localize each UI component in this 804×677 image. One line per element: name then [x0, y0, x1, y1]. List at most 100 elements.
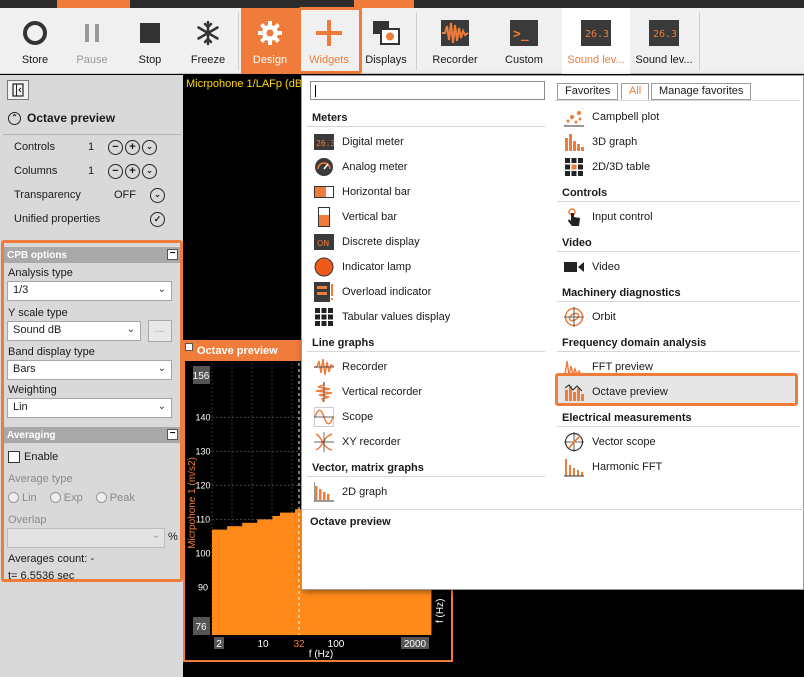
resize-handle[interactable] — [185, 343, 193, 351]
chevron-down-icon[interactable]: ⌄ — [142, 163, 157, 179]
plus-circle-icon[interactable]: + — [125, 139, 140, 155]
widget-video[interactable]: Video — [564, 254, 620, 279]
channel-header: Micrpohone 1/LAFp (dB — [186, 78, 303, 90]
xy-recorder-icon — [314, 431, 334, 452]
widget-recorder[interactable]: Recorder — [314, 354, 387, 379]
pause-icon — [85, 24, 99, 42]
widget-scope[interactable]: Scope — [314, 404, 373, 429]
octave-bar — [212, 529, 220, 635]
table-grid-icon — [315, 307, 333, 326]
pointer-hand-icon — [568, 207, 580, 226]
horizontal-bar-icon — [314, 185, 334, 198]
category-line-graphs: Line graphs — [312, 337, 375, 349]
campbell-plot-icon — [564, 107, 584, 126]
tab-manage-favorites[interactable]: Manage favorites — [651, 83, 752, 100]
category-electrical: Electrical measurements — [562, 412, 692, 424]
minus-circle-icon[interactable]: − — [108, 163, 123, 179]
widget-xy-recorder[interactable]: XY recorder — [314, 429, 401, 454]
widget-octave-preview[interactable]: Octave preview — [564, 379, 668, 404]
widget-tabular-values[interactable]: Tabular values display — [314, 304, 450, 329]
table-grid-icon — [565, 157, 583, 176]
x-tick-label: 2 — [216, 639, 222, 650]
chevron-down-icon[interactable]: ⌄ — [150, 187, 165, 203]
widget-digital-meter[interactable]: 26.3 Digital meter — [314, 129, 404, 154]
digital-meter-icon: 26.3 — [649, 20, 679, 46]
tab-favorites[interactable]: Favorites — [557, 83, 619, 100]
widget-2d-graph[interactable]: 2D graph — [314, 479, 387, 504]
y-tick-label: 90 — [198, 582, 208, 592]
widget-vertical-recorder[interactable]: Vertical recorder — [314, 379, 422, 404]
y-tick-label: 130 — [195, 446, 210, 456]
store-button[interactable]: Store — [10, 8, 60, 74]
category-frequency-domain: Frequency domain analysis — [562, 337, 707, 349]
widget-input-control[interactable]: Input control — [564, 204, 653, 229]
digital-meter-icon: 26.3 — [581, 20, 611, 46]
widget-harmonic-fft[interactable]: Harmonic FFT — [564, 454, 662, 479]
tab-all[interactable]: All — [621, 83, 650, 100]
svg-text:26.3: 26.3 — [653, 29, 677, 40]
3d-graph-icon — [565, 133, 584, 151]
right-axis-label: f (Hz) — [435, 599, 446, 623]
widget-vertical-bar[interactable]: Vertical bar — [314, 204, 397, 229]
widget-2d-3d-table[interactable]: 2D/3D table — [564, 154, 650, 179]
collapse-panel-button[interactable] — [7, 80, 29, 100]
widgets-popup: Favorites All Manage favorites Meters 26… — [301, 75, 804, 590]
check-circle-icon[interactable]: ✓ — [150, 211, 165, 227]
minus-circle-icon[interactable]: − — [108, 139, 123, 155]
widget-horizontal-bar[interactable]: Horizontal bar — [314, 179, 410, 204]
toolbar: Store Pause Stop Freeze Design Widgets D… — [0, 8, 804, 74]
category-vector-matrix: Vector, matrix graphs — [312, 462, 424, 474]
y-tick-label: 100 — [195, 548, 210, 558]
sound-level-button-1[interactable]: 26.3 Sound lev... — [562, 8, 630, 74]
x-axis-label: f (Hz) — [309, 649, 333, 660]
stop-button[interactable]: Stop — [125, 8, 175, 74]
octave-icon — [564, 383, 584, 401]
displays-icon — [373, 21, 400, 45]
widget-search-input[interactable] — [310, 81, 545, 100]
displays-button[interactable]: Displays — [362, 8, 410, 74]
widget-campbell-plot[interactable]: Campbell plot — [564, 104, 659, 129]
widget-discrete-display[interactable]: ON Discrete display — [314, 229, 420, 254]
plus-circle-icon[interactable]: + — [125, 163, 140, 179]
toolbar-separator — [416, 12, 417, 70]
panel-collapse-icon — [12, 83, 24, 97]
2d-graph-icon — [314, 481, 334, 501]
octave-bar — [234, 526, 243, 635]
octave-bar — [279, 512, 288, 635]
widget-3d-graph[interactable]: 3D graph — [564, 129, 637, 154]
recorder-button[interactable]: Recorder — [428, 8, 482, 74]
measure-tab[interactable] — [57, 0, 130, 8]
widget-section-header[interactable]: ⌃ Octave preview — [8, 111, 115, 125]
freeze-button[interactable]: Freeze — [183, 8, 233, 74]
widget-indicator-lamp[interactable]: Indicator lamp — [314, 254, 411, 279]
widget-analog-meter[interactable]: Analog meter — [314, 154, 407, 179]
waveform-icon — [441, 20, 469, 46]
svg-text:>_: >_ — [513, 27, 529, 42]
vector-scope-icon — [564, 431, 584, 452]
stop-icon — [140, 23, 160, 43]
vertical-recorder-icon — [315, 381, 333, 402]
svg-text:ON: ON — [317, 239, 329, 248]
selected-widget-description: Octave preview — [310, 516, 391, 528]
x-tick-label: 2000 — [404, 639, 427, 650]
octave-bar — [219, 529, 228, 635]
terminal-icon: >_ — [510, 20, 538, 46]
active-tab[interactable] — [354, 0, 414, 8]
sound-level-button-2[interactable]: 26.3 Sound lev... — [632, 8, 696, 74]
pause-button[interactable]: Pause — [67, 8, 117, 74]
widget-overload-indicator[interactable]: Overload indicator — [314, 279, 431, 304]
toolbar-separator — [238, 12, 239, 70]
y-tick-label: 140 — [195, 412, 210, 422]
discrete-display-icon: ON — [314, 233, 334, 250]
octave-bar — [249, 522, 258, 635]
widget-vector-scope[interactable]: Vector scope — [564, 429, 656, 454]
custom-button[interactable]: >_ Custom — [499, 8, 549, 74]
category-controls: Controls — [562, 187, 608, 199]
transparency-row: Transparency OFF ⌄ — [0, 183, 183, 207]
design-button[interactable]: Design — [241, 8, 299, 74]
y-bottom-label: 76 — [195, 622, 207, 633]
category-meters: Meters — [312, 112, 348, 124]
chevron-down-icon[interactable]: ⌄ — [142, 139, 157, 155]
x-tick-label: 32 — [293, 639, 305, 650]
widget-orbit[interactable]: Orbit — [564, 304, 616, 329]
